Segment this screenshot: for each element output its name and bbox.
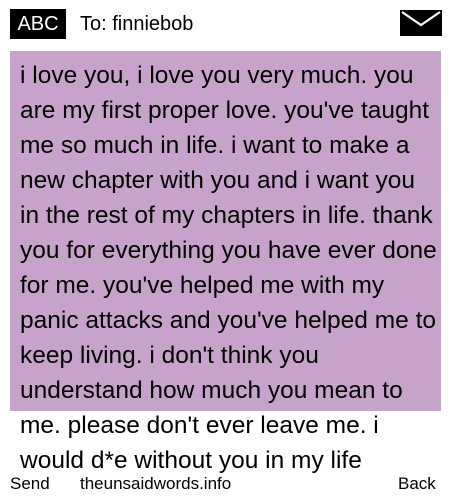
message-body[interactable]: i love you, i love you very much. you ar… xyxy=(20,58,440,478)
site-watermark: theunsaidwords.info xyxy=(80,474,232,493)
send-softkey[interactable]: Send xyxy=(10,472,50,496)
back-softkey[interactable]: Back xyxy=(398,472,436,496)
message-area[interactable]: i love you, i love you very much. you ar… xyxy=(0,0,450,500)
